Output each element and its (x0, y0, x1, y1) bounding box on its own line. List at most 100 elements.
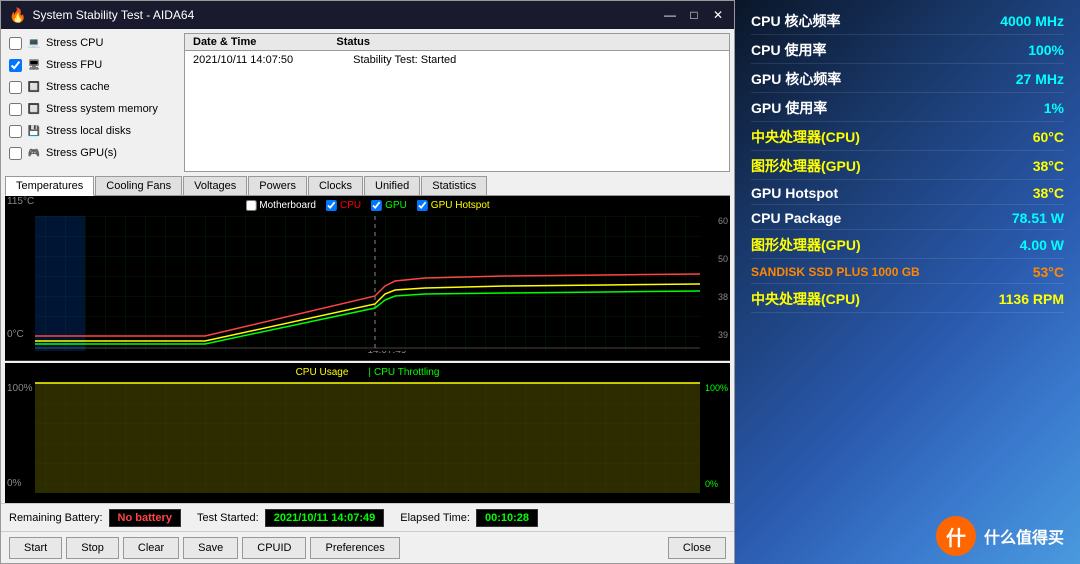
stat-gpu-power: 图形处理器(GPU) 4.00 W (751, 232, 1064, 259)
stress-cache-item: 🔲 Stress cache (5, 77, 180, 97)
disk-icon: 💾 (26, 123, 42, 139)
cpuid-button[interactable]: CPUID (242, 537, 306, 559)
stat-gpu-temp-value: 38°C (1033, 158, 1064, 174)
stat-cpu-usage-label: CPU 使用率 (751, 40, 826, 60)
close-button-bottom[interactable]: Close (668, 537, 726, 559)
stress-fpu-checkbox[interactable] (9, 59, 22, 72)
tab-unified[interactable]: Unified (364, 176, 420, 195)
stress-cache-checkbox[interactable] (9, 81, 22, 94)
stat-gpu-temp: 图形处理器(GPU) 38°C (751, 153, 1064, 180)
battery-value: No battery (109, 509, 181, 527)
maximize-button[interactable]: □ (686, 7, 702, 23)
cache-icon: 🔲 (26, 79, 42, 95)
elapsed-value: 00:10:28 (476, 509, 538, 527)
charts-section: Temperatures Cooling Fans Voltages Power… (1, 176, 734, 503)
cpu-chart-svg (5, 363, 730, 503)
start-button[interactable]: Start (9, 537, 62, 559)
test-started-label: Test Started: (197, 512, 259, 524)
stat-cpu-fan-value: 1136 RPM (999, 291, 1064, 307)
memory-icon: 🔲 (26, 101, 42, 117)
stress-fpu-item: 🖥 Stress FPU (5, 55, 180, 75)
cpu-usage-chart: CPU Usage | CPU Throttling 100% 0% 100% … (5, 363, 730, 503)
stress-disk-checkbox[interactable] (9, 125, 22, 138)
stat-cpu-freq-value: 4000 MHz (1000, 13, 1064, 29)
minimize-button[interactable]: — (662, 7, 678, 23)
battery-label: Remaining Battery: (9, 512, 103, 524)
stat-cpu-freq: CPU 核心频率 4000 MHz (751, 8, 1064, 35)
save-button[interactable]: Save (183, 537, 238, 559)
tab-temperatures[interactable]: Temperatures (5, 176, 94, 196)
elapsed-label: Elapsed Time: (400, 512, 470, 524)
stress-gpu-item: 🎮 Stress GPU(s) (5, 143, 180, 163)
stat-cpu-temp-label: 中央处理器(CPU) (751, 127, 860, 147)
stat-cpu-temp: 中央处理器(CPU) 60°C (751, 124, 1064, 151)
stress-cpu-checkbox[interactable] (9, 37, 22, 50)
log-entry-time: 2021/10/11 14:07:50 (193, 54, 293, 66)
cpu-icon: 💻 (26, 35, 42, 51)
tab-cooling-fans[interactable]: Cooling Fans (95, 176, 182, 195)
window-title: System Stability Test - AIDA64 (32, 8, 656, 22)
log-entry-status: Stability Test: Started (353, 54, 456, 66)
test-started-value: 2021/10/11 14:07:49 (265, 509, 385, 527)
stat-gpu-freq-label: GPU 核心频率 (751, 69, 841, 89)
stress-disk-item: 💾 Stress local disks (5, 121, 180, 141)
stress-memory-item: 🔲 Stress system memory (5, 99, 180, 119)
stress-cache-label: Stress cache (46, 81, 110, 93)
stat-cpu-usage-value: 100% (1028, 42, 1064, 58)
stat-ssd-temp-label: SANDISK SSD PLUS 1000 GB (751, 265, 920, 279)
stat-gpu-hotspot-value: 38°C (1033, 185, 1064, 201)
stat-gpu-hotspot: GPU Hotspot 38°C (751, 182, 1064, 205)
tab-statistics[interactable]: Statistics (421, 176, 487, 195)
stress-cpu-label: Stress CPU (46, 37, 103, 49)
main-window: 🔥 System Stability Test - AIDA64 — □ ✕ 💻… (0, 0, 735, 564)
elapsed-status: Elapsed Time: 00:10:28 (400, 509, 538, 527)
stat-cpu-fan: 中央处理器(CPU) 1136 RPM (751, 286, 1064, 313)
stat-cpu-temp-value: 60°C (1033, 129, 1064, 145)
temp-chart-svg (5, 196, 730, 360)
stress-cpu-item: 💻 Stress CPU (5, 33, 180, 53)
log-col-datetime: Date & Time (193, 36, 256, 48)
stat-cpu-package-value: 78.51 W (1012, 210, 1064, 226)
stat-ssd-temp: SANDISK SSD PLUS 1000 GB 53°C (751, 261, 1064, 284)
stat-cpu-freq-label: CPU 核心频率 (751, 11, 840, 31)
stat-gpu-freq-value: 27 MHz (1016, 71, 1064, 87)
stop-button[interactable]: Stop (66, 537, 119, 559)
stat-gpu-hotspot-label: GPU Hotspot (751, 185, 838, 201)
stress-fpu-label: Stress FPU (46, 59, 102, 71)
status-bar: Remaining Battery: No battery Test Start… (1, 503, 734, 531)
stat-ssd-temp-value: 53°C (1033, 264, 1064, 280)
stat-cpu-usage: CPU 使用率 100% (751, 37, 1064, 64)
sidebar: 💻 Stress CPU 🖥 Stress FPU 🔲 Stress cache… (5, 33, 180, 172)
stat-cpu-fan-label: 中央处理器(CPU) (751, 289, 860, 309)
temperature-chart: Motherboard CPU GPU GPU Hotspot 115°C (5, 196, 730, 361)
gpu-icon: 🎮 (26, 145, 42, 161)
log-area: Date & Time Status 2021/10/11 14:07:50 S… (184, 33, 730, 172)
stress-gpu-checkbox[interactable] (9, 147, 22, 160)
watermark: 什 什么值得买 (751, 516, 1064, 556)
stress-memory-checkbox[interactable] (9, 103, 22, 116)
app-content: 💻 Stress CPU 🖥 Stress FPU 🔲 Stress cache… (1, 29, 734, 176)
stat-gpu-temp-label: 图形处理器(GPU) (751, 156, 861, 176)
tab-clocks[interactable]: Clocks (308, 176, 363, 195)
tabs-bar: Temperatures Cooling Fans Voltages Power… (5, 176, 730, 196)
stat-gpu-freq: GPU 核心频率 27 MHz (751, 66, 1064, 93)
tab-voltages[interactable]: Voltages (183, 176, 247, 195)
stress-memory-label: Stress system memory (46, 103, 158, 115)
clear-button[interactable]: Clear (123, 537, 179, 559)
right-panel: CPU 核心频率 4000 MHz CPU 使用率 100% GPU 核心频率 … (735, 0, 1080, 564)
stat-gpu-usage-value: 1% (1044, 100, 1064, 116)
title-bar: 🔥 System Stability Test - AIDA64 — □ ✕ (1, 1, 734, 29)
close-button[interactable]: ✕ (710, 7, 726, 23)
tab-powers[interactable]: Powers (248, 176, 307, 195)
battery-status: Remaining Battery: No battery (9, 509, 181, 527)
watermark-site-name: 什么值得买 (984, 524, 1064, 548)
stat-gpu-usage-label: GPU 使用率 (751, 98, 827, 118)
preferences-button[interactable]: Preferences (310, 537, 399, 559)
bottom-bar: Start Stop Clear Save CPUID Preferences … (1, 531, 734, 563)
test-started-status: Test Started: 2021/10/11 14:07:49 (197, 509, 384, 527)
stat-cpu-package: CPU Package 78.51 W (751, 207, 1064, 230)
stat-gpu-power-label: 图形处理器(GPU) (751, 235, 861, 255)
stat-gpu-power-value: 4.00 W (1020, 237, 1064, 253)
stress-gpu-label: Stress GPU(s) (46, 147, 117, 159)
stat-cpu-package-label: CPU Package (751, 210, 841, 226)
